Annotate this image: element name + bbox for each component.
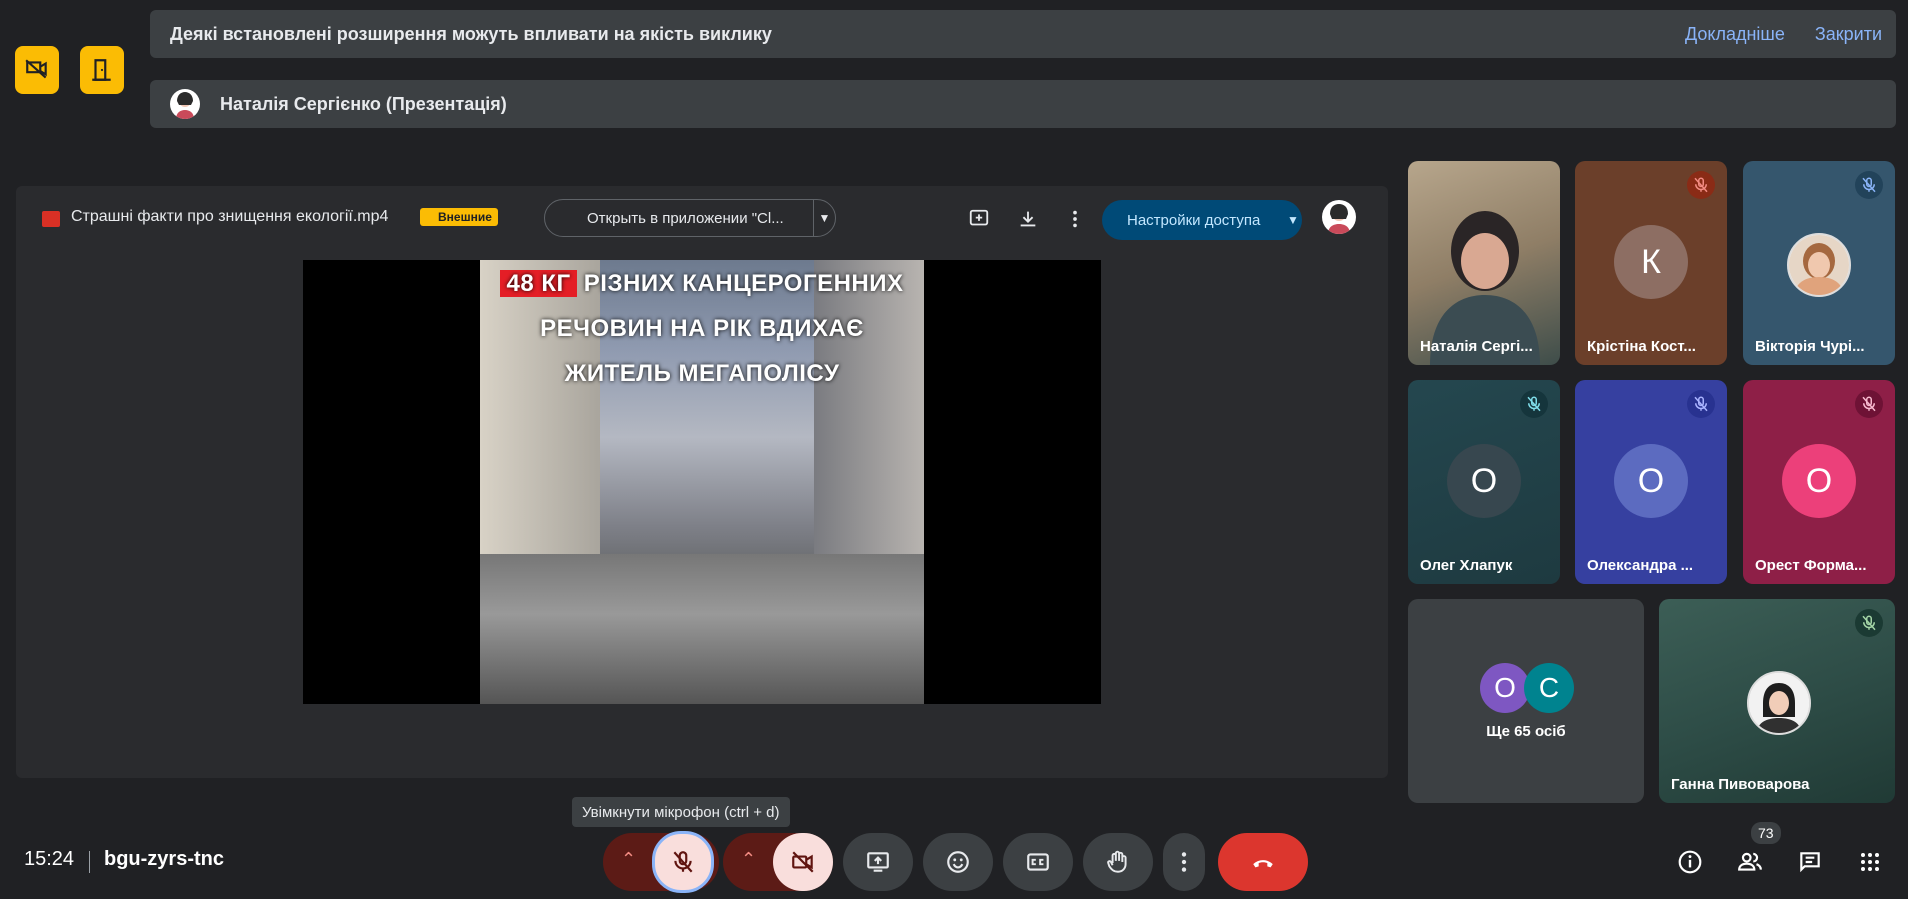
mic-off-icon: [1855, 390, 1883, 418]
reactions-button[interactable]: [923, 833, 993, 891]
video-frame: 48 КГ РІЗНИХ КАНЦЕРОГЕННИХ РЕЧОВИН НА РІ…: [480, 260, 924, 704]
mic-options-chevron-icon[interactable]: ⌃: [621, 849, 636, 870]
video-file-icon: [42, 211, 60, 227]
participant-name: Олександра ...: [1587, 557, 1694, 574]
camera-off-icon: [792, 851, 814, 873]
meeting-info-icon[interactable]: [1676, 848, 1704, 876]
participant-name: Олег Хлапук: [1420, 557, 1513, 574]
participant-tile[interactable]: Ганна Пивоварова: [1659, 599, 1895, 803]
video-building-left: [480, 260, 600, 590]
clock: 15:24: [24, 848, 75, 870]
more-vert-icon: [1181, 852, 1187, 872]
chevron-down-icon[interactable]: ▼: [814, 211, 835, 225]
mic-off-icon: [673, 851, 693, 873]
time-separator: [89, 851, 90, 873]
participant-avatar: К: [1614, 225, 1688, 299]
mic-off-icon: [1687, 171, 1715, 199]
participant-tile[interactable]: К Крістіна Кост...: [1575, 161, 1727, 365]
chat-icon[interactable]: [1796, 848, 1824, 876]
mic-toggle-button[interactable]: [652, 831, 714, 893]
open-in-app-button[interactable]: Открыть в приложении "Cl... ▼: [544, 199, 836, 237]
participant-name: Ганна Пивоварова: [1671, 776, 1810, 793]
presenter-banner: Наталія Сергієнко (Презентація): [150, 80, 1896, 128]
open-app-label: Открыть в приложении "Cl...: [587, 209, 784, 227]
mic-tooltip: Увімкнути мікрофон (ctrl + d): [572, 797, 790, 827]
participant-avatar: О: [1447, 444, 1521, 518]
captions-button[interactable]: [1003, 833, 1073, 891]
activities-grid-icon[interactable]: [1856, 848, 1884, 876]
hang-up-icon: [1253, 860, 1273, 868]
video-caption-line1: 48 КГ РІЗНИХ КАНЦЕРОГЕННИХ: [480, 270, 924, 298]
participant-tile[interactable]: О Олег Хлапук: [1408, 380, 1560, 584]
close-banner-link[interactable]: Закрити: [1815, 24, 1882, 45]
participant-name: Крістіна Кост...: [1587, 338, 1696, 355]
learn-more-link[interactable]: Докладніше: [1685, 24, 1785, 45]
mic-off-icon: [1687, 390, 1715, 418]
presenter-avatar: [170, 89, 200, 119]
participant-photo: [1747, 671, 1811, 735]
participant-tile[interactable]: О Орест Форма...: [1743, 380, 1895, 584]
video-street: [480, 554, 924, 704]
warning-text: Деякі встановлені розширення можуть впли…: [170, 23, 772, 44]
participant-avatar: О: [1614, 444, 1688, 518]
mic-off-icon: [1520, 390, 1548, 418]
participant-tile[interactable]: О Олександра ...: [1575, 380, 1727, 584]
share-chevron-icon[interactable]: ▼: [1287, 213, 1299, 227]
more-avatar-2: С: [1524, 663, 1574, 713]
presenter-name: Наталія Сергієнко (Презентація): [220, 93, 507, 114]
door-icon[interactable]: [80, 46, 124, 94]
leave-call-button[interactable]: [1218, 833, 1308, 891]
people-icon[interactable]: [1736, 848, 1764, 876]
mic-off-icon: [1855, 171, 1883, 199]
video-caption-highlight: 48 КГ: [500, 270, 577, 297]
participant-tile[interactable]: Вікторія Чурі...: [1743, 161, 1895, 365]
extensions-warning-banner: Деякі встановлені розширення можуть впли…: [150, 10, 1896, 58]
external-badge: Внешние: [420, 208, 498, 226]
captions-icon: [1027, 853, 1049, 871]
participant-photo: [1787, 233, 1851, 297]
share-settings-button[interactable]: Настройки доступа ▼: [1102, 200, 1302, 240]
more-avatar-1: О: [1480, 663, 1530, 713]
emoji-icon: [947, 851, 969, 873]
video-building-right: [814, 260, 924, 560]
participant-name: Орест Форма...: [1755, 557, 1867, 574]
hand-icon: [1107, 850, 1127, 873]
more-options-button[interactable]: [1163, 833, 1205, 891]
participant-tile[interactable]: Наталія Сергі...: [1408, 161, 1560, 365]
meeting-code: bgu-zyrs-tnc: [104, 848, 224, 870]
presenter-avatar-small: [1322, 200, 1356, 234]
present-screen-button[interactable]: [843, 833, 913, 891]
download-icon[interactable]: [1015, 206, 1041, 232]
presentation-panel: Страшні факти про знищення екології.mp4 …: [16, 186, 1388, 778]
participant-name: Вікторія Чурі...: [1755, 338, 1865, 355]
camera-toggle-button[interactable]: [773, 833, 833, 891]
present-screen-icon: [867, 852, 889, 872]
more-people-label: Ще 65 осіб: [1486, 723, 1566, 740]
self-view-off-icon[interactable]: [15, 46, 59, 94]
participant-avatar: О: [1782, 444, 1856, 518]
participant-name: Наталія Сергі...: [1420, 338, 1533, 355]
more-vert-icon[interactable]: [1062, 206, 1088, 232]
camera-options-chevron-icon[interactable]: ⌃: [741, 849, 756, 870]
video-caption-line2: РЕЧОВИН НА РІК ВДИХАЄ: [540, 315, 864, 342]
more-participants-tile[interactable]: О С Ще 65 осіб: [1408, 599, 1644, 803]
video-caption-line3: ЖИТЕЛЬ МЕГАПОЛІСУ: [564, 360, 840, 387]
video-caption-line1-rest: РІЗНИХ КАНЦЕРОГЕННИХ: [583, 270, 904, 297]
share-label: Настройки доступа: [1127, 211, 1261, 229]
file-name: Страшні факти про знищення екології.mp4: [71, 208, 389, 225]
raise-hand-button[interactable]: [1083, 833, 1153, 891]
mic-off-icon: [1855, 609, 1883, 637]
add-comment-icon[interactable]: [966, 206, 992, 232]
participants-count-badge: 73: [1751, 822, 1781, 844]
